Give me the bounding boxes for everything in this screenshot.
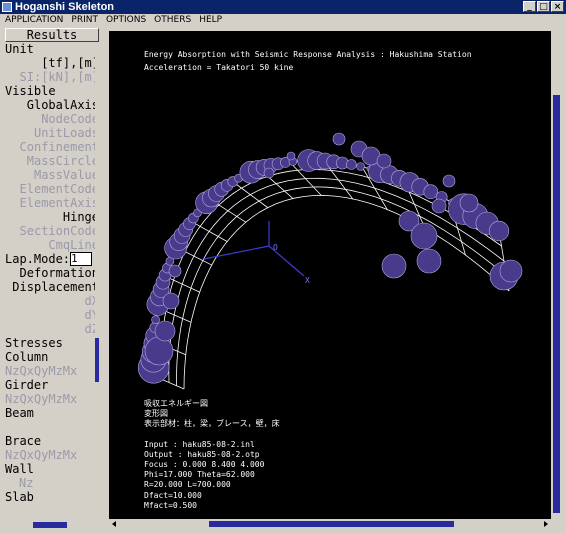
viewport-vscrollbar[interactable]	[552, 31, 561, 519]
results-button[interactable]: Results	[5, 28, 99, 42]
wall-label[interactable]: Wall	[5, 462, 99, 476]
slab-label[interactable]: Slab	[5, 490, 99, 504]
phi-theta-value: Phi=17.000 Theta=62.000	[144, 470, 255, 479]
beam-label[interactable]: Beam	[5, 406, 99, 420]
unit-tf-option[interactable]: [tf],[m]	[5, 56, 99, 70]
window-title: Hoganshi Skeleton	[15, 1, 115, 13]
visible-label: Visible	[5, 84, 56, 98]
deformation-toggle[interactable]: Deformation	[5, 266, 99, 280]
mass-circle	[144, 336, 174, 366]
close-button[interactable]: ×	[551, 1, 564, 12]
viewport-hscrollbar[interactable]	[109, 519, 551, 529]
scroll-right-icon[interactable]	[544, 521, 548, 527]
mass-circle	[286, 151, 296, 161]
panel-hscroll-thumb[interactable]	[33, 522, 67, 528]
r-l-value: R=20.000 L=700.000	[144, 480, 231, 489]
dy-toggle[interactable]: dY	[5, 308, 99, 322]
mass-circle	[168, 264, 182, 278]
mass-circle	[381, 253, 407, 279]
mass-circle	[416, 248, 442, 274]
scroll-left-icon[interactable]	[112, 521, 116, 527]
deformation-diagram-label: 変形図	[144, 409, 168, 418]
mass-circle	[151, 315, 160, 325]
cmq-line-toggle[interactable]: CmqLine	[5, 238, 99, 252]
lap-mode-row: Lap.Mode:1	[5, 252, 99, 266]
viewport-vscroll-thumb[interactable]	[553, 95, 560, 513]
mass-circle	[263, 167, 275, 179]
column-stress-options[interactable]: NzQxQyMzMx	[5, 364, 99, 378]
mass-circle	[459, 193, 479, 213]
dx-toggle[interactable]: dX	[5, 294, 99, 308]
confinement-toggle[interactable]: Confinement	[5, 140, 99, 154]
element-axis-toggle[interactable]: ElementAxis	[5, 196, 99, 210]
mass-circle	[154, 320, 176, 342]
unit-label: Unit	[5, 42, 34, 56]
frame-cross-line	[232, 181, 268, 208]
menu-print[interactable]: PRINT	[67, 14, 102, 27]
lap-mode-input[interactable]: 1	[70, 252, 93, 266]
brace-label[interactable]: Brace	[5, 434, 99, 448]
analysis-title: Energy Absorption with Seismic Response …	[144, 50, 472, 59]
mass-circle	[488, 220, 510, 242]
mass-circle	[423, 184, 439, 199]
section-code-toggle[interactable]: SectionCode	[5, 224, 99, 238]
unit-loads-toggle[interactable]: UnitLoads	[5, 126, 99, 140]
wall-nz-option[interactable]: Nz	[5, 476, 99, 490]
mass-circle-toggle[interactable]: MassCircle	[5, 154, 99, 168]
column-label[interactable]: Column	[5, 350, 99, 364]
hinge-toggle[interactable]: Hinge	[5, 210, 99, 224]
output-file: Output : haku85-08-2.otp	[144, 450, 260, 459]
acceleration-label: Acceleration = Takatori 50 kine	[144, 63, 294, 72]
mass-circle	[162, 292, 180, 310]
window-controls: _ □ ×	[523, 1, 564, 12]
mfact-value: Mfact=0.500	[144, 501, 197, 510]
element-code-toggle[interactable]: ElementCode	[5, 182, 99, 196]
results-panel: Results Unit [tf],[m] SI:[kN],[m] Visibl…	[5, 28, 99, 522]
maximize-button[interactable]: □	[537, 1, 550, 12]
title-bar: Hoganshi Skeleton _ □ ×	[0, 0, 566, 14]
displacement-toggle[interactable]: Displacement	[5, 280, 99, 294]
mass-circle	[376, 153, 392, 169]
minimize-button[interactable]: _	[523, 1, 536, 12]
mass-circle	[410, 222, 438, 250]
energy-diagram-label: 吸収エネルギー図	[144, 399, 208, 408]
mass-circle	[356, 162, 365, 171]
mass-circle	[431, 198, 447, 214]
viewport-hscroll-thumb[interactable]	[209, 521, 454, 527]
menu-options[interactable]: OPTIONS	[102, 14, 150, 27]
dz-toggle[interactable]: dZ	[5, 322, 99, 336]
menu-bar: APPLICATION PRINT OPTIONS OTHERS HELP	[0, 14, 566, 27]
mass-circle	[346, 159, 357, 170]
unit-si-option[interactable]: SI:[kN],[m]	[5, 70, 99, 84]
display-members-label: 表示部材：柱，梁，ブレース，壁，床	[144, 419, 280, 428]
lap-mode-label: Lap.Mode:	[5, 252, 71, 266]
girder-label[interactable]: Girder	[5, 378, 99, 392]
dfact-value: Dfact=10.000	[144, 491, 202, 500]
input-file: Input : haku85-08-2.inl	[144, 440, 255, 449]
app-icon	[2, 2, 12, 12]
global-axis-toggle[interactable]: GlobalAxis	[5, 98, 99, 112]
stresses-label: Stresses	[5, 336, 63, 350]
panel-hscrollbar[interactable]	[5, 521, 99, 529]
3d-viewport[interactable]: Energy Absorption with Seismic Response …	[109, 31, 551, 519]
panel-scrollbar[interactable]	[95, 42, 99, 522]
brace-stress-options[interactable]: NzQxQyMzMx	[5, 448, 99, 462]
node-code-toggle[interactable]: NodeCode	[5, 112, 99, 126]
menu-help[interactable]: HELP	[195, 14, 226, 27]
mass-circle	[442, 174, 456, 188]
focus-value: Focus : 0.000 8.400 4.000	[144, 460, 265, 469]
axis-y-line	[203, 245, 270, 260]
mass-value-toggle[interactable]: MassValue	[5, 168, 99, 182]
axis-origin-label: O	[273, 243, 278, 252]
menu-others[interactable]: OTHERS	[150, 14, 195, 27]
menu-application[interactable]: APPLICATION	[0, 14, 67, 27]
mass-circle	[332, 132, 346, 146]
panel-scroll-thumb[interactable]	[95, 338, 99, 382]
axis-x-label: X	[305, 276, 310, 285]
girder-stress-options[interactable]: NzQxQyMzMx	[5, 392, 99, 406]
mass-circle	[499, 259, 523, 283]
